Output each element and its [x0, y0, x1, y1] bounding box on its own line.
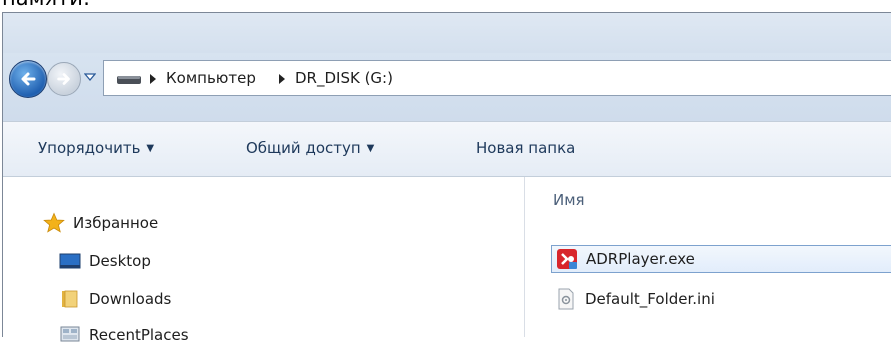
- nav-item-recentplaces[interactable]: RecentPlaces: [59, 323, 189, 347]
- breadcrumb-computer[interactable]: Компьютер: [166, 68, 256, 88]
- star-icon: [43, 212, 65, 234]
- nav-item-downloads[interactable]: Downloads: [59, 287, 171, 311]
- forward-button[interactable]: [47, 62, 81, 96]
- folder-icon: [59, 288, 81, 310]
- title-bar: [3, 13, 891, 53]
- back-arrow-icon: [21, 72, 36, 86]
- nav-item-label: Desktop: [89, 252, 151, 270]
- drive-icon: [117, 76, 141, 84]
- file-row-default-folder[interactable]: Default_Folder.ini: [551, 285, 715, 313]
- file-name: Default_Folder.ini: [585, 290, 715, 308]
- breadcrumb-drive[interactable]: DR_DISK (G:): [295, 68, 393, 88]
- command-bar: Упорядочить ▼ Общий доступ ▼ Новая папка: [3, 121, 891, 177]
- desktop-icon: [59, 250, 81, 272]
- recent-places-icon: [59, 324, 81, 346]
- nav-item-label: Downloads: [89, 290, 172, 308]
- column-header-name[interactable]: Имя: [553, 191, 585, 209]
- new-folder-button[interactable]: Новая папка: [476, 138, 575, 158]
- forward-arrow-icon: [57, 73, 70, 85]
- favorites-label: Избранное: [73, 214, 159, 232]
- organize-label: Упорядочить: [38, 139, 141, 157]
- breadcrumb-arrow-icon[interactable]: [149, 74, 157, 84]
- breadcrumb-arrow-icon[interactable]: [278, 74, 286, 84]
- address-bar[interactable]: Компьютер DR_DISK (G:): [103, 60, 891, 96]
- share-button[interactable]: Общий доступ ▼: [246, 138, 374, 159]
- navigation-pane: Избранное Desktop Downloads RecentPlaces: [3, 177, 524, 344]
- chevron-down-icon: ▼: [366, 143, 375, 154]
- explorer-window: Компьютер DR_DISK (G:) Упорядочить ▼ Общи…: [2, 12, 891, 344]
- file-row-adrplayer[interactable]: ADRPlayer.exe: [551, 245, 891, 273]
- organize-button[interactable]: Упорядочить ▼: [38, 138, 154, 159]
- recent-pages-button[interactable]: [83, 70, 97, 84]
- ini-file-icon: [555, 288, 577, 310]
- back-button[interactable]: [9, 60, 47, 98]
- file-list: Имя ADRPlayer.exe Default_Folder.ini: [525, 177, 891, 337]
- share-label: Общий доступ: [246, 139, 361, 157]
- exe-app-icon: [556, 248, 578, 270]
- top-caption: памяти:: [0, 0, 891, 12]
- chevron-down-icon: ▼: [146, 143, 155, 154]
- nav-item-desktop[interactable]: Desktop: [59, 249, 151, 273]
- file-name: ADRPlayer.exe: [586, 250, 695, 268]
- nav-item-label: RecentPlaces: [89, 326, 189, 344]
- chevron-down-icon: [84, 73, 96, 82]
- nav-favorites[interactable]: Избранное: [43, 211, 158, 235]
